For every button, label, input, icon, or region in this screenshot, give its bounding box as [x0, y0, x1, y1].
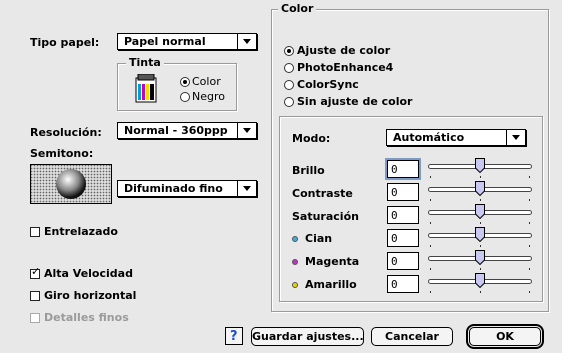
paper-type-popup[interactable]: Papel normal [117, 33, 257, 50]
mode-value: Automático [393, 131, 465, 144]
slider-thumb-icon[interactable] [475, 181, 485, 196]
slider-tick [430, 268, 431, 270]
slider-tick [430, 176, 431, 178]
color-group-title: Color [278, 2, 317, 15]
cyan-dot-icon [292, 236, 298, 242]
slider-tick [529, 268, 530, 270]
saturation-slider[interactable] [428, 204, 532, 228]
resolution-popup[interactable]: Normal - 360ppp [117, 122, 257, 139]
save-settings-button[interactable]: Guardar ajustes... [251, 327, 364, 346]
no-color-adjust-label: Sin ajuste de color [297, 95, 413, 108]
help-button[interactable]: ? [225, 327, 243, 345]
contrast-slider[interactable] [428, 181, 532, 205]
magenta-field[interactable]: 0 [387, 252, 419, 270]
ink-color-radio[interactable] [180, 77, 190, 87]
brightness-field[interactable]: 0 [385, 158, 421, 180]
checkmark-icon: ✓ [31, 265, 41, 278]
slider-tick [529, 199, 530, 201]
flip-horizontal-label: Giro horizontal [44, 289, 137, 302]
cyan-field[interactable]: 0 [387, 229, 419, 247]
color-adjust-radio[interactable] [284, 46, 294, 56]
yellow-slider[interactable] [428, 273, 532, 297]
yellow-label: Amarillo [305, 278, 357, 291]
paper-type-label: Tipo papel: [30, 36, 100, 49]
halftone-value: Difuminado fino [124, 182, 223, 195]
slider-tick [529, 291, 530, 293]
ink-black-label: Negro [192, 90, 225, 103]
resolution-label: Resolución: [30, 126, 102, 139]
yellow-dot-icon [292, 282, 298, 288]
fine-detail-checkbox[interactable] [30, 313, 40, 323]
slider-thumb-icon[interactable] [475, 227, 485, 242]
mode-popup[interactable]: Automático [386, 129, 526, 146]
slider-tick [480, 199, 481, 201]
photoenhance-label: PhotoEnhance4 [297, 61, 394, 74]
slider-thumb-icon[interactable] [475, 250, 485, 265]
high-speed-checkbox[interactable]: ✓ [30, 265, 41, 279]
resolution-value: Normal - 360ppp [124, 124, 228, 137]
fine-detail-label: Detalles finos [44, 311, 129, 324]
photoenhance-radio[interactable] [284, 63, 294, 73]
brightness-slider[interactable] [428, 158, 532, 182]
contrast-label: Contraste [292, 187, 353, 200]
interlaced-label: Entrelazado [44, 225, 118, 238]
brightness-value: 0 [391, 163, 398, 176]
mode-label: Modo: [292, 132, 331, 145]
slider-tick [430, 199, 431, 201]
slider-thumb-icon[interactable] [475, 273, 485, 288]
slider-tick [529, 222, 530, 224]
cancel-button[interactable]: Cancelar [371, 327, 453, 346]
ink-black-radio[interactable] [180, 92, 190, 102]
ok-button[interactable]: OK [466, 324, 544, 349]
paper-type-value: Papel normal [124, 35, 206, 48]
high-speed-label: Alta Velocidad [44, 267, 133, 280]
slider-thumb-icon[interactable] [475, 158, 485, 173]
saturation-value: 0 [391, 209, 398, 222]
halftone-popup[interactable]: Difuminado fino [117, 180, 257, 197]
help-icon: ? [230, 329, 238, 344]
chevron-down-icon [237, 123, 256, 138]
yellow-field[interactable]: 0 [387, 275, 419, 293]
contrast-field[interactable]: 0 [387, 183, 419, 201]
magenta-value: 0 [391, 255, 398, 268]
slider-tick [480, 176, 481, 178]
flip-horizontal-checkbox[interactable] [30, 291, 40, 301]
slider-thumb-icon[interactable] [475, 204, 485, 219]
slider-tick [480, 222, 481, 224]
halftone-sphere-icon [30, 164, 112, 204]
chevron-down-icon [506, 130, 525, 145]
magenta-slider[interactable] [428, 250, 532, 274]
slider-tick [430, 222, 431, 224]
slider-tick [480, 245, 481, 247]
slider-tick [430, 291, 431, 293]
chevron-down-icon [237, 34, 256, 49]
brightness-label: Brillo [292, 164, 325, 177]
ink-group-title: Tinta [126, 56, 164, 69]
magenta-dot-icon [292, 259, 298, 265]
yellow-value: 0 [391, 278, 398, 291]
cyan-value: 0 [391, 232, 398, 245]
slider-tick [529, 176, 530, 178]
saturation-field[interactable]: 0 [387, 206, 419, 224]
slider-tick [480, 268, 481, 270]
no-color-adjust-radio[interactable] [284, 97, 294, 107]
magenta-label: Magenta [305, 255, 360, 268]
halftone-label: Semitono: [30, 147, 94, 160]
ink-cartridge-icon [135, 74, 157, 103]
cyan-slider[interactable] [428, 227, 532, 251]
contrast-value: 0 [391, 186, 398, 199]
chevron-down-icon [237, 181, 256, 196]
colorsync-label: ColorSync [297, 78, 359, 91]
slider-tick [430, 245, 431, 247]
slider-tick [480, 291, 481, 293]
colorsync-radio[interactable] [284, 80, 294, 90]
slider-tick [529, 245, 530, 247]
ink-color-label: Color [192, 75, 221, 88]
color-adjust-label: Ajuste de color [297, 44, 391, 57]
saturation-label: Saturación [292, 210, 359, 223]
interlaced-checkbox[interactable] [30, 227, 40, 237]
cyan-label: Cian [305, 232, 333, 245]
